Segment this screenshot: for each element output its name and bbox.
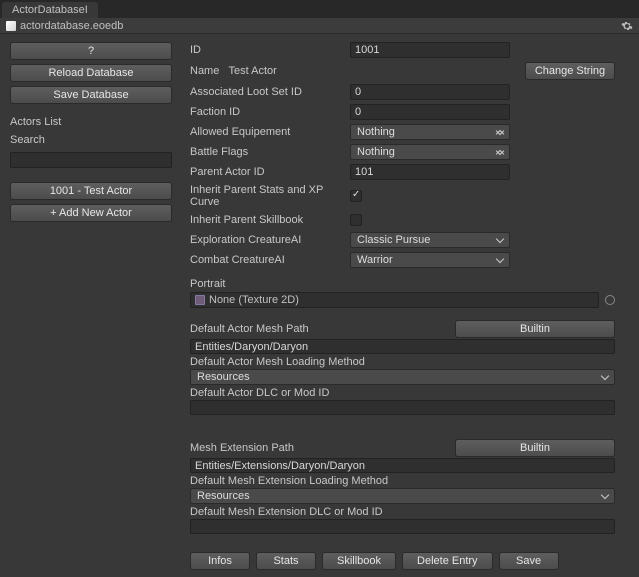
reload-database-button[interactable]: Reload Database — [10, 64, 172, 82]
actor-list-item[interactable]: 1001 - Test Actor — [10, 182, 172, 200]
window-tab[interactable]: ActorDatabaseI — [2, 2, 98, 18]
texture2d-icon — [195, 295, 205, 305]
inspector-panel: ID Name Test Actor Change String Associa… — [182, 34, 639, 577]
mesh-dlc-label: Default Actor DLC or Mod ID — [190, 387, 615, 399]
actors-list-heading: Actors List — [10, 116, 172, 128]
parent-label: Parent Actor ID — [190, 166, 350, 178]
ext-loading-method-dropdown[interactable]: Resources — [190, 488, 615, 504]
combat-ai-dropdown[interactable]: Warrior — [350, 252, 510, 268]
tab-bar: ActorDatabaseI — [0, 0, 639, 18]
loot-set-id-field[interactable] — [350, 84, 510, 100]
asset-name: actordatabase.eoedb — [20, 20, 123, 32]
loot-label: Associated Loot Set ID — [190, 86, 350, 98]
object-picker-icon[interactable] — [605, 295, 615, 305]
inherit-stats-checkbox[interactable] — [350, 190, 362, 202]
footer-button-row: Infos Stats Skillbook Delete Entry Save — [190, 552, 615, 570]
flags-label: Battle Flags — [190, 146, 350, 158]
ext-path-builtin-button[interactable]: Builtin — [455, 439, 615, 457]
sidebar: ? Reload Database Save Database Actors L… — [0, 34, 182, 577]
allowed-equipment-dropdown[interactable]: Nothing — [350, 124, 510, 140]
asset-bar: actordatabase.eoedb — [0, 18, 639, 34]
mesh-load-label: Default Actor Mesh Loading Method — [190, 356, 615, 368]
save-database-button[interactable]: Save Database — [10, 86, 172, 104]
asset-icon — [6, 21, 16, 31]
inherit-skillbook-checkbox[interactable] — [350, 214, 362, 226]
help-button[interactable]: ? — [10, 42, 172, 60]
name-label: Name Test Actor — [190, 65, 350, 77]
portrait-heading: Portrait — [190, 278, 615, 290]
search-label: Search — [10, 134, 172, 146]
content-area: ? Reload Database Save Database Actors L… — [0, 34, 639, 577]
portrait-value: None (Texture 2D) — [209, 294, 299, 306]
add-new-actor-button[interactable]: + Add New Actor — [10, 204, 172, 222]
mesh-dlc-field[interactable] — [190, 400, 615, 415]
mesh-loading-method-dropdown[interactable]: Resources — [190, 369, 615, 385]
equip-label: Allowed Equipement — [190, 126, 350, 138]
infos-button[interactable]: Infos — [190, 552, 250, 570]
combat-ai-label: Combat CreatureAI — [190, 254, 350, 266]
search-input[interactable] — [10, 152, 172, 168]
save-button[interactable]: Save — [499, 552, 559, 570]
id-label: ID — [190, 44, 350, 56]
gear-icon[interactable] — [621, 20, 633, 32]
ext-dlc-field[interactable] — [190, 519, 615, 534]
ext-dlc-label: Default Mesh Extension DLC or Mod ID — [190, 506, 615, 518]
parent-actor-id-field[interactable] — [350, 164, 510, 180]
mesh-path-field[interactable]: Entities/Daryon/Daryon — [190, 339, 615, 354]
ext-path-label: Mesh Extension Path — [190, 442, 455, 454]
mesh-path-builtin-button[interactable]: Builtin — [455, 320, 615, 338]
faction-label: Faction ID — [190, 106, 350, 118]
inherit-stats-label: Inherit Parent Stats and XP Curve — [190, 184, 350, 208]
mesh-path-label: Default Actor Mesh Path — [190, 323, 455, 335]
id-field[interactable] — [350, 42, 510, 58]
stats-button[interactable]: Stats — [256, 552, 316, 570]
battle-flags-dropdown[interactable]: Nothing — [350, 144, 510, 160]
faction-id-field[interactable] — [350, 104, 510, 120]
delete-entry-button[interactable]: Delete Entry — [402, 552, 493, 570]
name-value: Test Actor — [229, 65, 277, 77]
actor-database-window: ActorDatabaseI actordatabase.eoedb ? Rel… — [0, 0, 639, 577]
portrait-object-field[interactable]: None (Texture 2D) — [190, 292, 599, 308]
ext-load-label: Default Mesh Extension Loading Method — [190, 475, 615, 487]
inherit-skill-label: Inherit Parent Skillbook — [190, 214, 350, 226]
ext-path-field[interactable]: Entities/Extensions/Daryon/Daryon — [190, 458, 615, 473]
exploration-ai-dropdown[interactable]: Classic Pursue — [350, 232, 510, 248]
skillbook-button[interactable]: Skillbook — [322, 552, 396, 570]
explore-ai-label: Exploration CreatureAI — [190, 234, 350, 246]
change-string-button[interactable]: Change String — [525, 62, 615, 80]
